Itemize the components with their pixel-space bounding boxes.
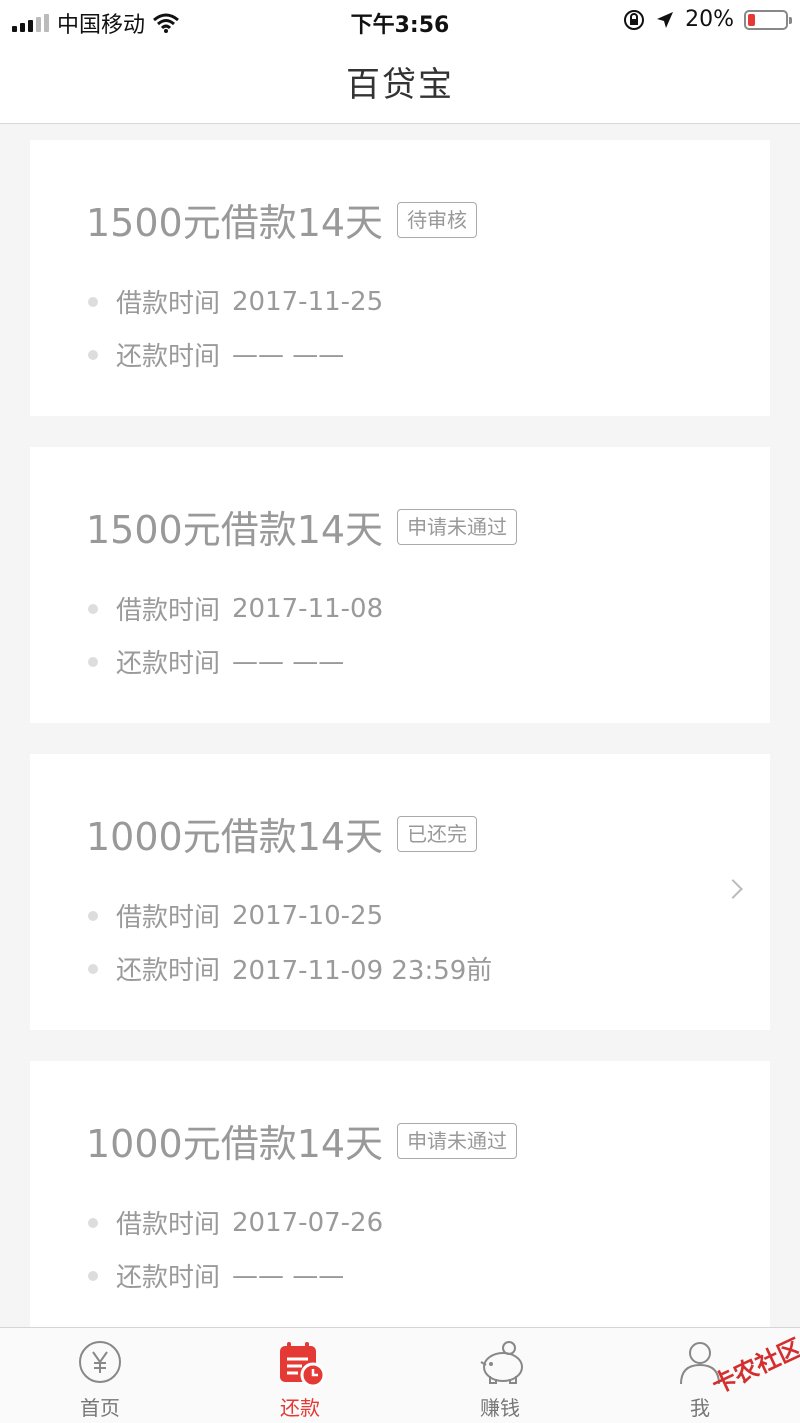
repay-date-label: 还款时间 xyxy=(116,342,221,372)
repay-date-value: —— —— xyxy=(232,1260,345,1291)
repay-date-row: 还款时间 —— —— xyxy=(88,643,344,680)
bullet-icon xyxy=(88,656,98,667)
tab-bar: 首页 还款 赚钱 我 xyxy=(0,1327,800,1423)
chevron-right-icon[interactable] xyxy=(723,879,743,899)
status-badge: 已还完 xyxy=(397,815,478,852)
loan-card-header: 1500元借款14天 申请未通过 xyxy=(86,499,518,554)
borrow-date-value: 2017-07-26 xyxy=(232,1207,384,1238)
tab-home[interactable]: 首页 xyxy=(0,1328,200,1423)
borrow-date-label: 借款时间 xyxy=(116,289,221,319)
piggy-bank-icon xyxy=(480,1341,523,1384)
bullet-icon xyxy=(88,296,98,307)
loan-title: 1000元借款14天 xyxy=(86,815,384,859)
status-badge: 待审核 xyxy=(397,201,478,238)
bullet-icon xyxy=(88,349,98,360)
repay-date-row: 还款时间 —— —— xyxy=(88,1257,344,1294)
rotation-lock-icon xyxy=(624,9,645,30)
tab-me-label: 我 xyxy=(690,1396,710,1420)
borrow-date-label: 借款时间 xyxy=(116,596,221,626)
location-arrow-icon xyxy=(657,11,674,28)
repay-date-row: 还款时间 2017-11-09 23:59前 xyxy=(88,950,492,987)
borrow-date-row: 借款时间 2017-11-25 xyxy=(88,283,383,320)
loan-card-header: 1000元借款14天 申请未通过 xyxy=(86,1113,518,1168)
status-right: 20% xyxy=(623,7,792,32)
bullet-icon xyxy=(88,603,98,614)
borrow-date-value: 2017-10-25 xyxy=(232,900,384,931)
borrow-date-row: 借款时间 2017-11-08 xyxy=(88,590,383,627)
bullet-icon xyxy=(88,1270,98,1281)
battery-icon xyxy=(744,9,792,30)
loan-title: 1000元借款14天 xyxy=(86,1122,384,1166)
repay-date-value: 2017-11-09 23:59前 xyxy=(232,956,493,986)
status-bar: 中国移动 下午3:56 20% xyxy=(0,0,800,40)
tab-repay-label: 还款 xyxy=(280,1396,320,1420)
loan-card[interactable]: 1000元借款14天 已还完 借款时间 2017-10-25 还款时间 2017… xyxy=(30,754,770,1030)
page-title: 百贷宝 xyxy=(346,65,454,105)
repay-date-label: 还款时间 xyxy=(116,956,221,986)
status-badge: 申请未通过 xyxy=(397,1122,518,1159)
borrow-date-value: 2017-11-08 xyxy=(232,593,384,624)
borrow-date-value: 2017-11-25 xyxy=(232,286,384,317)
loan-card[interactable]: 1000元借款14天 申请未通过 借款时间 2017-07-26 还款时间 ——… xyxy=(30,1061,770,1337)
tab-earn-label: 赚钱 xyxy=(480,1396,520,1420)
loan-card-header: 1500元借款14天 待审核 xyxy=(86,192,478,247)
battery-percent: 20% xyxy=(685,7,734,32)
tab-earn[interactable]: 赚钱 xyxy=(400,1328,600,1423)
tab-repay[interactable]: 还款 xyxy=(200,1328,400,1423)
borrow-date-label: 借款时间 xyxy=(116,903,221,933)
repay-date-label: 还款时间 xyxy=(116,649,221,679)
bullet-icon xyxy=(88,910,98,921)
yen-icon xyxy=(79,1341,121,1383)
borrow-date-row: 借款时间 2017-10-25 xyxy=(88,897,383,934)
repay-date-row: 还款时间 —— —— xyxy=(88,336,344,373)
tab-home-label: 首页 xyxy=(80,1396,120,1420)
repay-date-value: —— —— xyxy=(232,339,345,370)
repay-date-label: 还款时间 xyxy=(116,1263,221,1293)
loan-title: 1500元借款14天 xyxy=(86,201,384,245)
borrow-date-row: 借款时间 2017-07-26 xyxy=(88,1204,383,1241)
loan-card-header: 1000元借款14天 已还完 xyxy=(86,806,478,861)
bullet-icon xyxy=(88,963,98,974)
borrow-date-label: 借款时间 xyxy=(116,1210,221,1240)
loan-card[interactable]: 1500元借款14天 待审核 借款时间 2017-11-25 还款时间 —— —… xyxy=(30,140,770,416)
repay-date-value: —— —— xyxy=(232,646,345,677)
battery-level xyxy=(748,13,756,26)
nav-bar: 百贷宝 xyxy=(0,40,800,124)
loan-card[interactable]: 1500元借款14天 申请未通过 借款时间 2017-11-08 还款时间 ——… xyxy=(30,447,770,723)
loan-title: 1500元借款14天 xyxy=(86,508,384,552)
bullet-icon xyxy=(88,1217,98,1228)
status-badge: 申请未通过 xyxy=(397,508,518,545)
calendar-clock-icon xyxy=(280,1342,326,1388)
